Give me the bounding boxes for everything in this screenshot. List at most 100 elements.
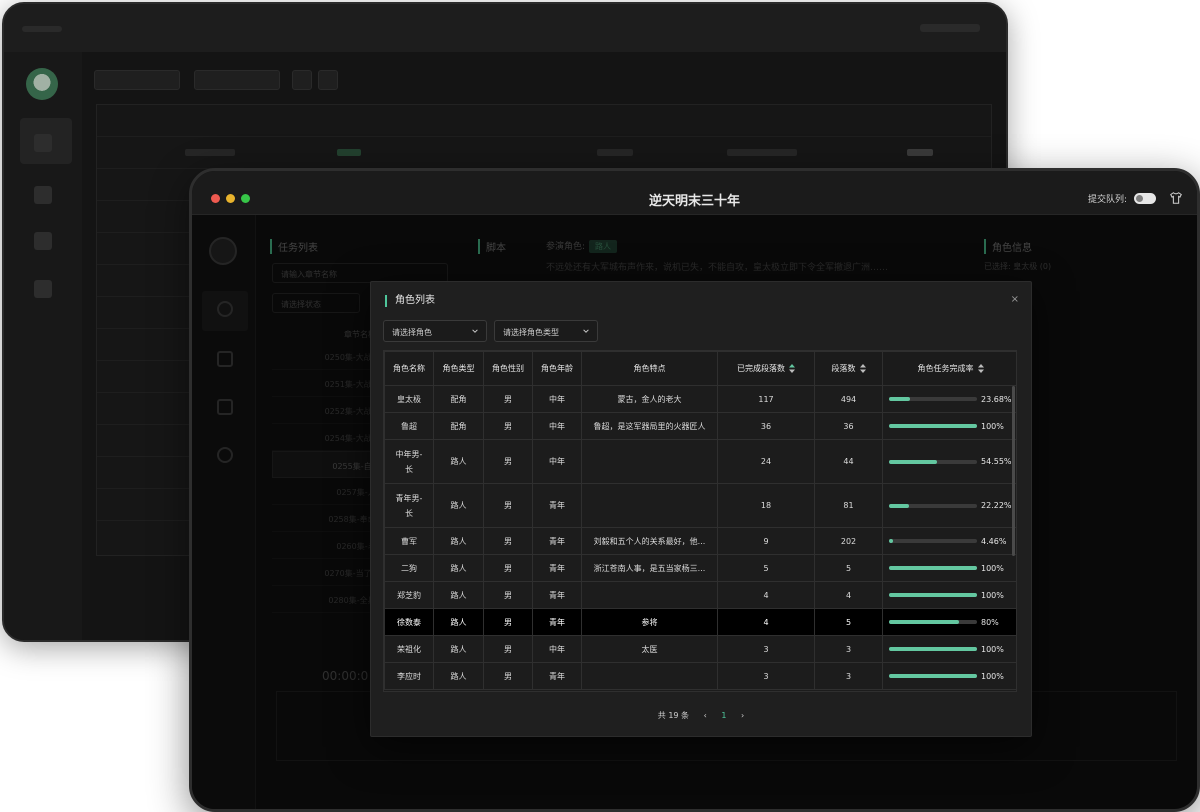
col-name: 角色名称 xyxy=(384,351,434,386)
background-doc-icon xyxy=(34,232,52,250)
col-trait: 角色特点 xyxy=(581,351,718,386)
sort-icon[interactable] xyxy=(977,364,984,373)
cell-completion-rate: 22.22% xyxy=(882,483,1016,528)
progress-bar: 4.46% xyxy=(887,537,1014,546)
background-filter-2 xyxy=(194,70,280,90)
progress-track xyxy=(889,459,977,464)
modal-title: 角色列表 xyxy=(385,295,435,307)
cell-trait xyxy=(581,483,718,528)
progress-track xyxy=(889,674,977,678)
toggle-knob xyxy=(1136,195,1143,202)
current-page[interactable]: 1 xyxy=(721,711,726,720)
cell-completion-rate: 54.55% xyxy=(882,439,1016,484)
sort-icon-ascending[interactable] xyxy=(789,364,795,373)
col-total-count[interactable]: 段落数 xyxy=(814,351,883,386)
table-row[interactable]: 郑芝豹 路人男青年 4 4 100% xyxy=(384,581,1016,609)
role-type-select[interactable]: 请选择角色类型 xyxy=(494,320,598,342)
cell-gender: 男 xyxy=(483,581,533,609)
background-filter-btn-1 xyxy=(292,70,312,90)
progress-track xyxy=(889,593,977,597)
progress-fill xyxy=(889,620,960,624)
table-row[interactable]: 二狗 路人男青年 浙江苍南人事，是五当家杨三... 5 5 100% xyxy=(384,554,1016,582)
progress-bar: 100% xyxy=(887,422,1014,431)
cell-gender: 男 xyxy=(483,527,533,555)
progress-fill xyxy=(889,503,909,508)
cell-done: 4 xyxy=(717,608,815,636)
role-select-placeholder: 请选择角色 xyxy=(392,328,432,337)
cell-type: 路人 xyxy=(433,554,484,582)
cell-trait: 浙江苍南人事，是五当家杨三... xyxy=(581,554,718,582)
cell-total: 4 xyxy=(814,581,883,609)
cell-gender: 男 xyxy=(483,439,533,484)
role-type-select-placeholder: 请选择角色类型 xyxy=(503,328,559,337)
progress-bar: 23.68% xyxy=(887,395,1014,404)
close-icon[interactable]: × xyxy=(1011,294,1019,305)
pagination: 共 19 条 ‹ 1 › xyxy=(371,710,1031,721)
col-age: 角色年龄 xyxy=(532,351,582,386)
progress-bar: 54.55% xyxy=(887,454,1014,469)
cell-completion-rate: 80% xyxy=(882,608,1016,636)
cell-completion-rate: 100% xyxy=(882,635,1016,663)
cell-done: 117 xyxy=(717,385,815,413)
progress-percent: 54.55% xyxy=(981,457,1012,466)
cell-total: 3 xyxy=(814,635,883,663)
table-row[interactable]: 荣祖化 路人男中年 太医 3 3 100% xyxy=(384,635,1016,663)
table-row-selected[interactable]: 徐数泰 路人男青年 参将 4 5 80% xyxy=(384,608,1016,636)
table-row[interactable]: 鲁超 配角男中年 鲁超，是这军器局里的火器匠人 36 36 100% xyxy=(384,412,1016,440)
titlebar: 逆天明末三十年 提交队列: xyxy=(192,171,1197,215)
background-mic-icon xyxy=(34,134,52,152)
role-select[interactable]: 请选择角色 xyxy=(383,320,487,342)
background-filter-1 xyxy=(94,70,180,90)
cell-type: 路人 xyxy=(433,439,484,484)
next-page-button[interactable]: › xyxy=(741,711,744,720)
cell-trait xyxy=(581,439,718,484)
progress-bar: 100% xyxy=(887,591,1014,600)
cell-type: 路人 xyxy=(433,483,484,528)
sort-icon[interactable] xyxy=(859,364,866,373)
cell-trait xyxy=(581,662,718,690)
progress-bar: 80% xyxy=(887,618,1014,627)
cell-age: 中年 xyxy=(532,439,582,484)
cell-total: 36 xyxy=(814,412,883,440)
progress-percent: 100% xyxy=(981,421,1004,431)
cell-done: 3 xyxy=(717,635,815,663)
cell-total: 5 xyxy=(814,608,883,636)
progress-track xyxy=(889,539,977,543)
cell-name: 二狗 xyxy=(384,554,434,582)
col-done-count[interactable]: 已完成段落数 xyxy=(717,351,815,386)
cell-name: 中年男-长 xyxy=(384,439,434,484)
cell-name: 皇太极 xyxy=(384,385,434,413)
cell-total: 81 xyxy=(814,483,883,528)
cell-age: 中年 xyxy=(532,635,582,663)
progress-fill xyxy=(889,566,977,570)
col-completion-rate-label: 角色任务完成率 xyxy=(917,364,974,373)
progress-percent: 100% xyxy=(981,644,1004,654)
table-row[interactable]: 曹军 路人男青年 刘毅和五个人的关系最好，他... 9 202 4.46% xyxy=(384,527,1016,555)
progress-track xyxy=(889,503,977,508)
progress-percent: 100% xyxy=(981,590,1004,600)
col-completion-rate[interactable]: 角色任务完成率 xyxy=(882,351,1016,386)
table-row[interactable]: 李应时 路人男青年 3 3 100% xyxy=(384,662,1016,690)
table-scrollbar[interactable] xyxy=(1012,386,1015,556)
background-titlebar xyxy=(4,4,1006,52)
window-title: 逆天明末三十年 xyxy=(648,194,740,209)
role-list-modal: 角色列表 × 请选择角色 请选择角色类型 角色名称 角色类型 角色性别 角色年龄… xyxy=(370,281,1032,737)
prev-page-button[interactable]: ‹ xyxy=(704,711,707,720)
chevron-down-icon xyxy=(583,329,589,333)
table-row[interactable]: 皇太极 配角男中年 蒙古，金人的老大 117 494 23.68% xyxy=(384,385,1016,413)
progress-percent: 100% xyxy=(981,563,1004,573)
cell-completion-rate: 100% xyxy=(882,581,1016,609)
shirt-icon[interactable] xyxy=(1169,191,1183,205)
cell-age: 青年 xyxy=(532,554,582,582)
submit-queue-toggle[interactable] xyxy=(1134,193,1156,204)
cell-age: 青年 xyxy=(532,608,582,636)
table-row[interactable]: 中年男-长 路人男中年 24 44 54.55% xyxy=(384,439,1016,484)
cell-trait: 太医 xyxy=(581,635,718,663)
cell-age: 青年 xyxy=(532,662,582,690)
col-done-count-label: 已完成段落数 xyxy=(737,364,785,373)
progress-fill xyxy=(889,539,893,543)
col-total-count-label: 段落数 xyxy=(831,364,856,373)
table-row[interactable]: 青年男-长 路人男青年 18 81 22.22% xyxy=(384,483,1016,528)
role-table-container[interactable]: 角色名称 角色类型 角色性别 角色年龄 角色特点 已完成段落数 段落数 角色任务… xyxy=(383,350,1017,692)
cell-done: 24 xyxy=(717,439,815,484)
